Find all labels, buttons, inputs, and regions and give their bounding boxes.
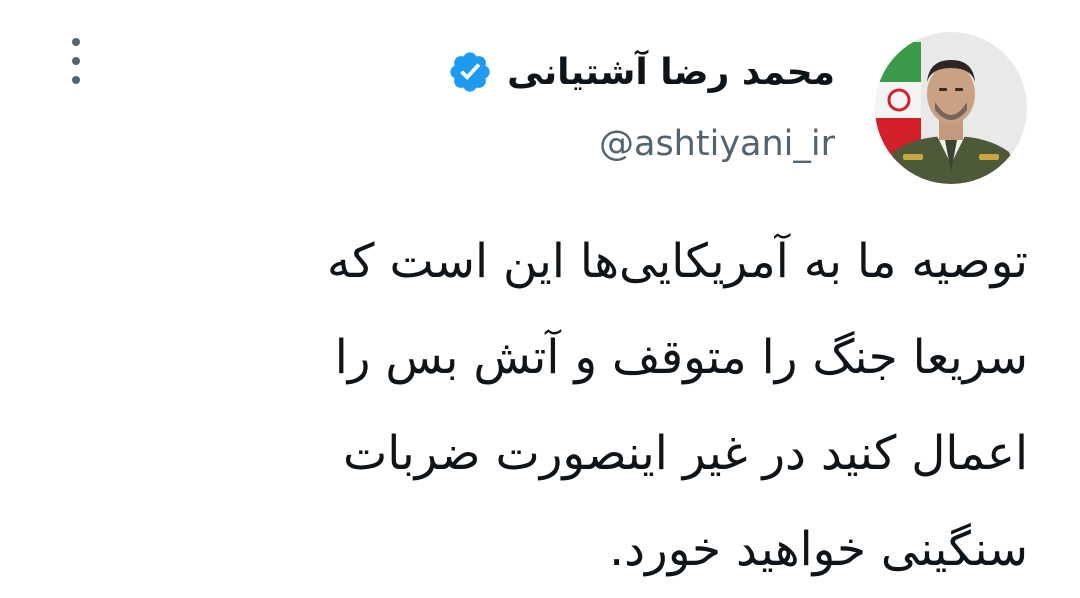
tweet-text-line: سریعا جنگ را متوقف و آتش بس را: [334, 330, 1028, 385]
tweet-text-line: اعمال کنید در غیر اینصورت ضربات: [343, 426, 1028, 481]
tweet-card: محمد رضا آشتیانی @ashtiyani_ir توصیه ما …: [0, 0, 1080, 581]
avatar[interactable]: [875, 32, 1027, 184]
more-dot: [72, 38, 80, 46]
author-display-name[interactable]: محمد رضا آشتیانی: [507, 52, 835, 93]
tweet-header: محمد رضا آشتیانی @ashtiyani_ir: [447, 40, 835, 164]
tweet-body: توصیه ما به آمریکایی‌ها این است که سریعا…: [68, 214, 1028, 598]
verified-badge-icon: [447, 49, 493, 95]
tweet-text-line: سنگینی خواهید خورد.: [609, 522, 1028, 577]
author-handle[interactable]: @ashtiyani_ir: [447, 124, 835, 164]
author-name-row: محمد رضا آشتیانی: [447, 40, 835, 104]
more-dot: [72, 76, 80, 84]
more-dot: [72, 57, 80, 65]
tweet-text-line: توصیه ما به آمریکایی‌ها این است که: [326, 234, 1028, 289]
more-options-button[interactable]: [58, 38, 94, 84]
